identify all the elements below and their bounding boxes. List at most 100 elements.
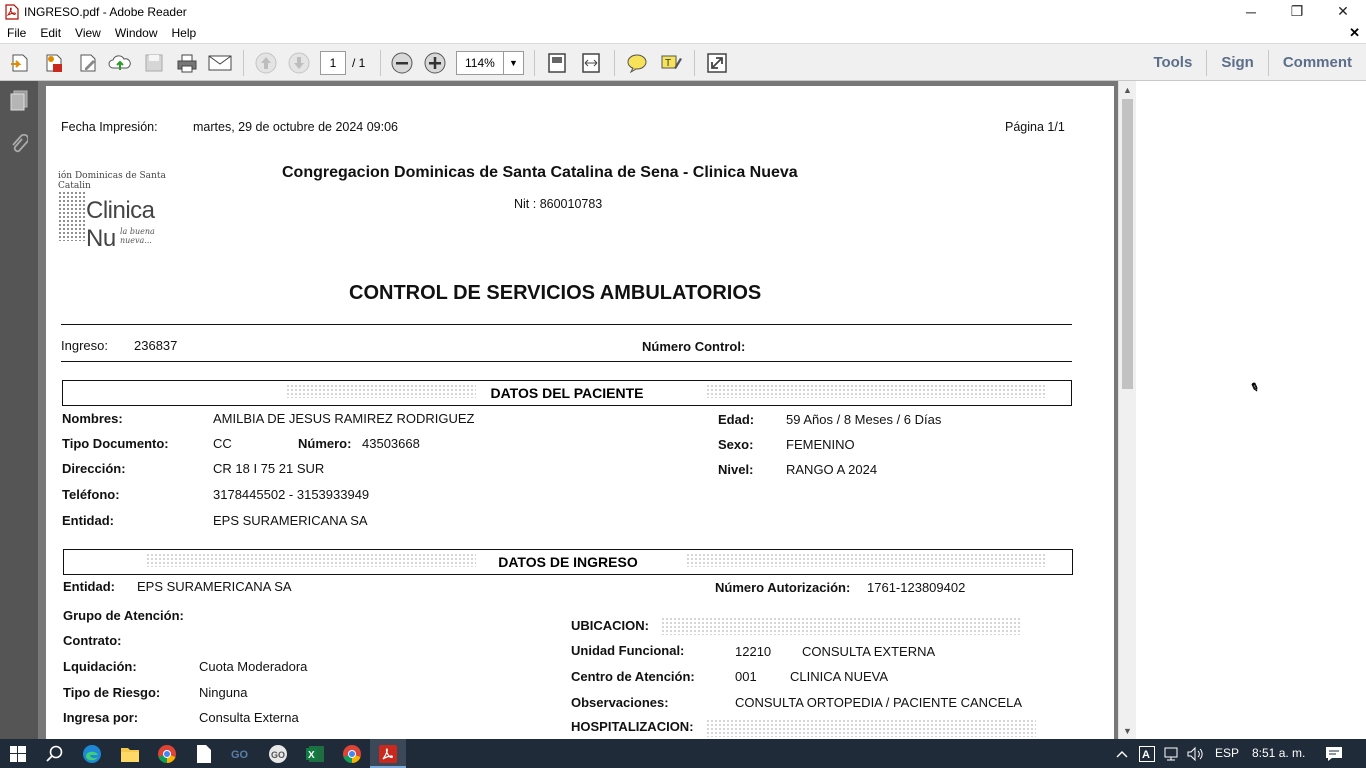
- file-explorer-icon[interactable]: [118, 742, 142, 766]
- scan-noise: [661, 617, 1021, 635]
- ingresa-por-label: Ingresa por:: [63, 710, 139, 725]
- chevron-down-icon[interactable]: ▼: [503, 52, 523, 74]
- document-viewport[interactable]: Fecha Impresión: martes, 29 de octubre d…: [38, 81, 1118, 739]
- tools-link[interactable]: Tools: [1139, 50, 1206, 76]
- scrollbar-thumb[interactable]: [1122, 99, 1133, 389]
- print-icon[interactable]: [175, 51, 199, 75]
- open-icon[interactable]: [8, 51, 32, 75]
- pdf-page: Fecha Impresión: martes, 29 de octubre d…: [46, 86, 1114, 739]
- separator: [694, 50, 695, 76]
- sticky-note-icon[interactable]: [625, 51, 649, 75]
- tipo-riesgo-label: Tipo de Riesgo:: [63, 685, 161, 700]
- menu-window[interactable]: Window: [108, 26, 165, 40]
- system-clock[interactable]: 8:51 a. m.: [1252, 746, 1305, 760]
- menu-help[interactable]: Help: [165, 26, 204, 40]
- acrobat-icon[interactable]: [376, 742, 400, 766]
- ingreso-label: Ingreso:: [61, 338, 108, 353]
- menu-edit[interactable]: Edit: [33, 26, 68, 40]
- page-thumbnails-icon[interactable]: [8, 89, 30, 113]
- go-app-icon[interactable]: GO: [228, 742, 252, 766]
- search-icon[interactable]: [43, 742, 67, 766]
- start-icon[interactable]: [6, 742, 30, 766]
- ingresa-por-value: Consulta Externa: [199, 710, 299, 725]
- input-indicator-icon[interactable]: A: [1136, 742, 1158, 766]
- excel-icon[interactable]: X: [303, 742, 327, 766]
- right-tools-panel: ✎: [1136, 81, 1366, 739]
- ingreso-value: 236837: [134, 338, 178, 353]
- close-document-button[interactable]: ✕: [1349, 25, 1360, 41]
- go-chrome-icon[interactable]: GO: [266, 742, 290, 766]
- highlight-icon[interactable]: T: [659, 51, 683, 75]
- zoom-out-icon[interactable]: [390, 51, 414, 75]
- fullscreen-icon[interactable]: [705, 51, 729, 75]
- blank-doc-icon[interactable]: [192, 742, 216, 766]
- sexo-label: Sexo:: [718, 437, 754, 452]
- fit-width-icon[interactable]: [579, 51, 603, 75]
- autorizacion-value: 1761-123809402: [867, 580, 966, 595]
- network-icon[interactable]: [1160, 742, 1182, 766]
- chevron-up-icon[interactable]: [1112, 742, 1132, 766]
- observaciones-value: CONSULTA ORTOPEDIA / PACIENTE CANCELA: [735, 695, 1023, 710]
- scroll-up-icon[interactable]: ▲: [1119, 81, 1136, 98]
- save-icon[interactable]: [142, 51, 166, 75]
- numero-value: 43503668: [362, 436, 420, 451]
- email-icon[interactable]: [208, 51, 232, 75]
- page-number-input[interactable]: 1: [320, 51, 346, 75]
- zoom-in-icon[interactable]: [423, 51, 447, 75]
- svg-text:GO: GO: [271, 750, 285, 760]
- zoom-level-value: 114%: [465, 56, 495, 70]
- chrome-icon-2[interactable]: [340, 742, 364, 766]
- svg-text:A: A: [1142, 749, 1150, 761]
- edad-value: 59 Años / 8 Meses / 6 Días: [786, 412, 942, 427]
- separator: [534, 50, 535, 76]
- upload-cloud-icon[interactable]: [108, 51, 132, 75]
- zoom-level-select[interactable]: 114% ▼: [456, 51, 524, 75]
- next-page-icon[interactable]: [287, 51, 311, 75]
- tipo-documento-label: Tipo Documento:: [62, 436, 169, 451]
- clinic-logo: ión Dominicas de Santa Catalin Clinica N…: [58, 171, 188, 252]
- unidad-funcional-code: 12210: [735, 644, 772, 659]
- fit-page-icon[interactable]: [545, 51, 569, 75]
- vertical-scrollbar[interactable]: ▲ ▼: [1118, 81, 1136, 739]
- volume-icon[interactable]: [1184, 742, 1206, 766]
- prev-page-icon[interactable]: [254, 51, 278, 75]
- ubicacion-label: UBICACION:: [571, 618, 649, 633]
- unidad-funcional-label: Unidad Funcional:: [571, 643, 685, 658]
- print-date-value: martes, 29 de octubre de 2024 09:06: [193, 120, 399, 134]
- direccion-label: Dirección:: [62, 461, 126, 476]
- maximize-button[interactable]: ❐: [1274, 0, 1320, 23]
- observaciones-label: Observaciones:: [571, 695, 669, 710]
- language-indicator[interactable]: ESP: [1215, 746, 1239, 760]
- navigation-pane: [0, 81, 38, 739]
- scan-noise: [146, 553, 476, 567]
- chrome-icon[interactable]: [155, 742, 179, 766]
- title-bar: INGRESO.pdf - Adobe Reader ─ ❐ ✕: [0, 0, 1366, 23]
- nit: Nit : 860010783: [514, 197, 603, 211]
- menu-file[interactable]: File: [0, 26, 33, 40]
- minimize-button[interactable]: ─: [1228, 0, 1274, 23]
- menu-view[interactable]: View: [68, 26, 108, 40]
- ingreso-entidad-label: Entidad:: [63, 579, 115, 594]
- comment-link[interactable]: Comment: [1269, 50, 1366, 76]
- cursor-icon: ✎: [1248, 380, 1261, 396]
- attachments-icon[interactable]: [8, 133, 30, 157]
- logo-top-text: ión Dominicas de Santa Catalin: [58, 171, 166, 191]
- window-title: INGRESO.pdf - Adobe Reader: [24, 4, 187, 19]
- page-indicator: Página 1/1: [1005, 120, 1065, 134]
- nombres-label: Nombres:: [62, 411, 123, 426]
- section-header-patient-label: DATOS DEL PACIENTE: [490, 385, 644, 401]
- organization-name: Congregacion Dominicas de Santa Catalina…: [282, 164, 798, 181]
- svg-text:X: X: [308, 750, 315, 761]
- notifications-icon[interactable]: [1322, 742, 1346, 766]
- scroll-down-icon[interactable]: ▼: [1119, 722, 1136, 739]
- section-header-ingreso-label: DATOS DE INGRESO: [498, 554, 638, 570]
- sign-link[interactable]: Sign: [1207, 50, 1268, 76]
- edit-icon[interactable]: [76, 51, 100, 75]
- scan-noise: [706, 384, 1046, 398]
- telefono-value: 3178445502 - 3153933949: [213, 487, 370, 502]
- tipo-riesgo-value: Ninguna: [199, 685, 248, 700]
- close-button[interactable]: ✕: [1320, 0, 1366, 23]
- create-pdf-icon[interactable]: [42, 51, 66, 75]
- logo-sub-text: la buena nueva...: [120, 227, 155, 245]
- edge-icon[interactable]: [80, 742, 104, 766]
